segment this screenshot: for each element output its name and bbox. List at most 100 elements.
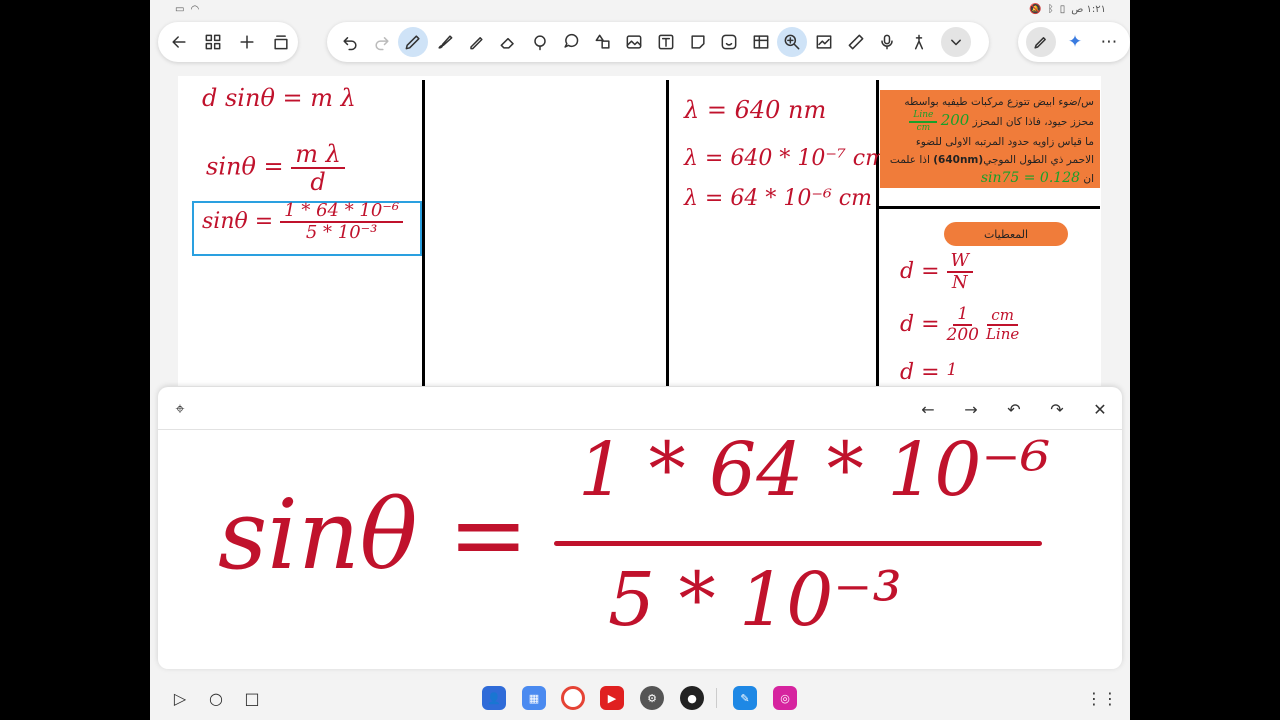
zoom-panel-header: ⌖ ← → ↶ ↷ ✕ [158, 387, 1122, 430]
highlighter-icon[interactable] [461, 27, 491, 57]
grid-icon[interactable] [198, 27, 228, 57]
ink-lhs: sinθ = [202, 209, 274, 234]
zoom-icon[interactable] [777, 27, 808, 57]
ink-numerator: m λ [291, 142, 345, 169]
ink-wavelength-3: λ = 64 * 10⁻⁶ cm [684, 186, 872, 211]
redo-icon[interactable]: ↷ [1045, 397, 1069, 421]
youtube-app-icon[interactable]: ▶ [600, 686, 624, 710]
notes-app-icon[interactable]: ✎ [733, 686, 757, 710]
zoom-ink-numerator: 1 * 64 * 10⁻⁶ [578, 427, 1051, 513]
plus-icon[interactable] [232, 27, 262, 57]
question-text: الاحمر ذي الطول الموجي [983, 154, 1094, 166]
move-right-icon[interactable]: → [959, 397, 983, 421]
more-icon[interactable]: ⋯ [1094, 27, 1124, 57]
home-circle-icon[interactable]: ○ [204, 686, 228, 710]
ink-equation-1: d sinθ = m λ [202, 84, 356, 112]
ink-given-1: d = WN [900, 252, 974, 292]
ink-numerator: cm [987, 308, 1018, 326]
sparkle-icon[interactable]: ✦ [1060, 27, 1090, 57]
brush-icon[interactable] [430, 27, 460, 57]
ink-fraction: 1 * 64 * 10⁻⁶ 5 * 10⁻³ [280, 202, 404, 243]
battery-icon: ▯ [1059, 4, 1066, 15]
ink-denominator: cm [916, 123, 931, 133]
undo-icon[interactable] [335, 27, 365, 57]
nav-toolbar [158, 22, 298, 62]
tablet-screen: ▭ ◠ 🔕 ᛒ ▯ ١:٢١ ص ✦ ⋯ d sinθ = m λ sinθ =… [150, 0, 1130, 720]
contacts-app-icon[interactable]: 👤 [482, 686, 506, 710]
column-divider [666, 80, 669, 386]
sticker-icon[interactable] [714, 27, 744, 57]
ink-lhs: sinθ = [206, 152, 284, 181]
sticky-note-icon[interactable] [683, 27, 713, 57]
laser-icon[interactable] [904, 27, 934, 57]
wifi-icon: ◠ [190, 4, 200, 15]
ink-lhs: d = [900, 312, 940, 337]
ink-denominator: 200 [946, 325, 979, 345]
question-line: س/ضوء ابيض تتوزع مركبات طيفيه بواسطه [904, 96, 1094, 108]
ai-pen-icon[interactable] [1026, 27, 1056, 57]
copy-pages-icon[interactable] [266, 27, 296, 57]
question-text: ان [1083, 173, 1094, 185]
app-drawer-icon[interactable]: ⋮⋮ [1086, 686, 1118, 710]
row-divider [876, 206, 1100, 209]
zoom-ink-denominator: 5 * 10⁻³ [608, 557, 903, 643]
question-line: محزز حيود، فاذا كان المحزز 200 Line cm [886, 111, 1094, 133]
ink-lhs: d = [900, 360, 940, 385]
text-icon[interactable] [651, 27, 681, 57]
undo-icon[interactable]: ↶ [1002, 397, 1026, 421]
ink-denominator: d [310, 168, 326, 196]
ink-200: 200 [940, 111, 970, 129]
status-bar: ▭ ◠ 🔕 ᛒ ▯ ١:٢١ ص [150, 0, 1130, 20]
eraser-icon[interactable] [493, 27, 523, 57]
extra-toolbar: ✦ ⋯ [1018, 22, 1130, 62]
lasso-icon[interactable] [525, 27, 555, 57]
question-wavelength: (640nm) [933, 154, 984, 166]
question-text: محزز حيود، فاذا كان المحزز [972, 116, 1094, 128]
collapse-icon[interactable] [941, 27, 972, 57]
column-divider [876, 80, 879, 386]
gallery-app-icon[interactable]: ▦ [522, 686, 546, 710]
comment-icon[interactable] [556, 27, 586, 57]
ink-fraction: 1 200 [947, 306, 979, 344]
chrome-app-icon[interactable] [561, 686, 585, 710]
redo-icon[interactable] [367, 27, 397, 57]
tools-toolbar [327, 22, 989, 62]
mic-icon[interactable] [872, 27, 902, 57]
zoom-writing-panel[interactable]: ⌖ ← → ↶ ↷ ✕ sinθ = 1 * 64 * 10⁻⁶ 5 * 10⁻… [158, 387, 1122, 669]
instagram-app-icon[interactable]: ◎ [773, 686, 797, 710]
back-triangle-icon[interactable]: ▷ [168, 686, 192, 710]
move-left-icon[interactable]: ← [916, 397, 940, 421]
ink-fraction: m λd [291, 142, 345, 194]
question-line: ما قياس زاويه حدود المرتبه الاولى للضوء [915, 136, 1094, 148]
zoom-ink-lhs: sinθ = [218, 479, 529, 591]
ink-numerator: W [946, 252, 974, 273]
ruler-icon[interactable] [841, 27, 871, 57]
back-arrow-icon[interactable] [164, 27, 194, 57]
question-box: س/ضوء ابيض تتوزع مركبات طيفيه بواسطه محز… [880, 90, 1100, 188]
bluetooth-icon: ᛒ [1047, 4, 1054, 15]
ink-fraction: WN [946, 252, 974, 292]
settings-app-icon[interactable]: ⚙ [640, 686, 664, 710]
ink-given-2: d = 1 200 cm Line [900, 306, 1019, 344]
ink-sin-value: sin75 = 0.128 [980, 170, 1081, 186]
table-icon[interactable] [746, 27, 776, 57]
camera-app-icon[interactable]: ● [680, 686, 704, 710]
shapes-icon[interactable] [588, 27, 618, 57]
image-icon[interactable] [619, 27, 649, 57]
note-page[interactable]: d sinθ = m λ sinθ = m λd sinθ = 1 * 64 *… [178, 76, 1101, 386]
ink-denominator: Line [985, 325, 1020, 343]
question-line: ان sin75 = 0.128 [886, 169, 1094, 188]
pen-icon[interactable] [398, 27, 429, 57]
chart-icon[interactable] [809, 27, 839, 57]
ink-numerator: 1 [946, 360, 958, 380]
ink-given-3: d = 1 [900, 360, 957, 386]
ink-denominator: 5 * 10⁻³ [305, 222, 378, 243]
close-icon[interactable]: ✕ [1088, 397, 1112, 421]
question-line: الاحمر ذي الطول الموجي(640nm) اذا علمت [886, 151, 1094, 169]
target-icon[interactable]: ⌖ [168, 397, 192, 421]
ink-unit-fraction: cm Line [986, 308, 1019, 342]
recents-square-icon[interactable]: □ [240, 686, 264, 710]
question-text: اذا علمت [889, 154, 930, 166]
dock-divider [716, 688, 717, 708]
mute-icon: 🔕 [1029, 4, 1042, 15]
